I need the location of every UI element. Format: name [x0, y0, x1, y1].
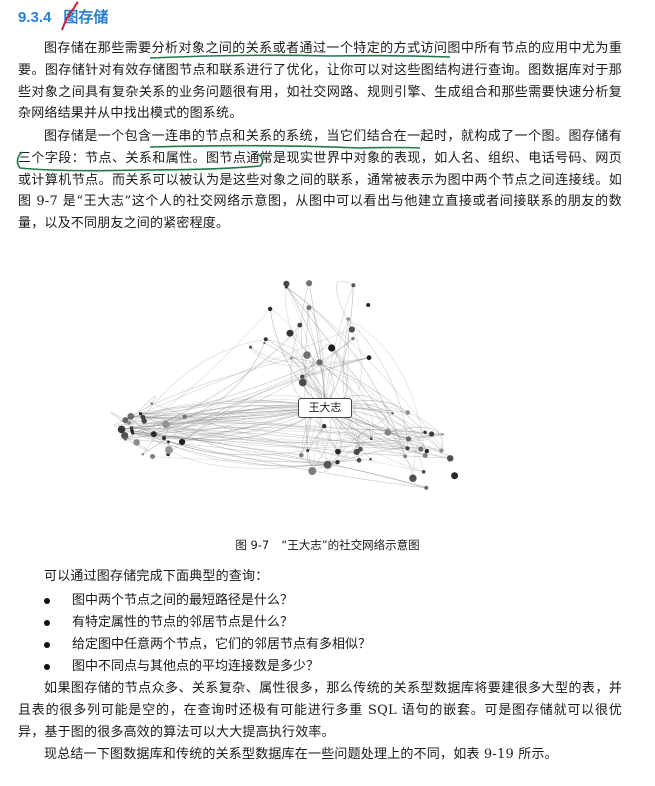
network-node: [150, 402, 154, 405]
figure-caption-text: “王大志”的社交网络示意图: [281, 538, 420, 552]
network-node: [167, 440, 170, 444]
network-node: [439, 448, 444, 453]
network-node: [384, 428, 392, 436]
list-item: 给定图中任意两个节点，它们的邻居节点有多相似？: [40, 634, 600, 656]
network-node: [405, 436, 412, 442]
network-node: [306, 448, 310, 453]
network-node: [447, 455, 454, 462]
network-node: [127, 413, 135, 420]
network-node: [179, 438, 186, 446]
network-node: [298, 378, 307, 387]
network-node: [323, 460, 332, 469]
network-node: [286, 329, 294, 337]
paragraph-intro: 图存储在那些需要分析对象之间的关系或者通过一个特定的方式访问图中所有节点的应用中…: [18, 41, 622, 122]
figure-number: 图 9-7: [235, 538, 270, 552]
section-heading: 9.3.4 图存储: [18, 6, 108, 32]
network-node: [138, 412, 143, 416]
network-edge: [312, 447, 451, 472]
list-item: 图中两个节点之间的最短路径是什么？: [40, 590, 600, 612]
network-node: [366, 303, 371, 307]
section-title: 图存储: [63, 8, 109, 26]
network-node: [451, 472, 459, 480]
paragraph-summary: 现总结一下图数据库和传统的关系型数据库在一些问题处理上的不同，如表 9-19 所…: [44, 747, 558, 762]
network-node: [283, 280, 290, 287]
figure-caption: 图 9-7 “王大志”的社交网络示意图: [0, 537, 655, 553]
bullet-icon: [44, 598, 50, 604]
network-node: [424, 485, 429, 490]
network-node: [297, 322, 303, 328]
network-node: [403, 454, 407, 459]
network-graph: [110, 280, 459, 490]
network-edges: [110, 280, 451, 489]
network-node: [165, 446, 173, 454]
network-node: [348, 326, 355, 333]
network-node: [182, 414, 187, 419]
network-node: [263, 341, 266, 345]
network-node: [351, 283, 356, 288]
network-node: [421, 470, 426, 474]
network-node: [263, 337, 268, 342]
center-node-label: 王大志: [298, 398, 352, 418]
network-node: [162, 436, 166, 440]
network-node: [405, 446, 410, 451]
network-node: [369, 457, 372, 461]
list-item: 图中不同点与其他点的平均连接数是多少？: [40, 656, 600, 678]
bullet-icon: [44, 664, 50, 670]
network-node: [150, 454, 155, 459]
network-node: [409, 474, 417, 482]
network-node: [303, 351, 311, 359]
paragraph-definition: 图存储是一个包含一连串的节点和关系的系统，当它们结合在一起时，就构成了一个图。图…: [18, 129, 622, 232]
network-node: [308, 467, 317, 475]
queries-intro: 可以通过图存储完成下面典型的查询：: [44, 569, 269, 584]
network-node: [306, 305, 312, 311]
network-node: [351, 336, 355, 341]
network-node: [140, 414, 146, 420]
paragraph-closing: 如果图存储的节点众多、关系复杂、属性很多，那么传统的关系型数据库将要建很多大型的…: [18, 681, 622, 740]
network-node: [335, 460, 340, 465]
network-node: [300, 374, 305, 379]
network-node: [123, 437, 127, 441]
network-node: [391, 412, 394, 415]
bullet-icon: [44, 642, 50, 648]
network-node: [366, 355, 372, 361]
network-node: [267, 306, 273, 312]
network-node: [335, 448, 341, 455]
network-node: [150, 431, 157, 438]
network-node: [369, 437, 373, 441]
network-node: [422, 452, 428, 458]
network-node: [424, 449, 429, 454]
network-node: [346, 317, 351, 321]
network-node: [290, 356, 293, 360]
network-node: [133, 439, 140, 446]
network-node: [405, 410, 411, 415]
network-node: [299, 452, 304, 458]
network-node: [162, 420, 170, 429]
social-network-figure: 王大志: [100, 238, 490, 528]
network-node: [316, 359, 323, 366]
network-node: [306, 280, 313, 287]
network-node: [423, 430, 427, 434]
network-node: [353, 448, 360, 456]
query-list: 图中两个节点之间的最短路径是什么？ 有特定属性的节点的邻居节点是什么？ 给定图中…: [40, 590, 600, 678]
network-node: [441, 433, 444, 436]
section-number: 9.3.4: [18, 9, 52, 26]
network-node: [130, 429, 134, 433]
bullet-icon: [44, 620, 50, 626]
network-node: [127, 420, 132, 425]
network-node: [418, 446, 424, 452]
network-node: [356, 457, 362, 463]
network-node: [249, 345, 253, 349]
list-item: 有特定属性的节点的邻居节点是什么？: [40, 612, 600, 634]
network-node: [141, 452, 145, 456]
network-node: [429, 431, 435, 437]
network-node: [322, 423, 327, 429]
network-node: [328, 344, 336, 352]
